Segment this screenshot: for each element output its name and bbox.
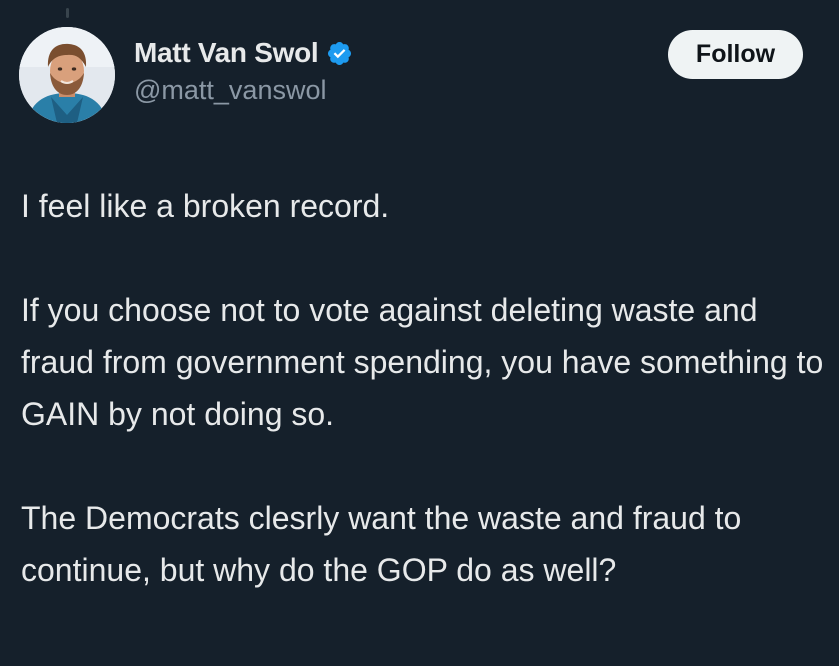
avatar[interactable] bbox=[19, 27, 115, 123]
verified-badge-icon[interactable] bbox=[326, 40, 353, 67]
author-display-name[interactable]: Matt Van Swol bbox=[134, 37, 319, 69]
avatar-photo bbox=[19, 27, 115, 123]
author-handle[interactable]: @matt_vanswol bbox=[134, 75, 353, 106]
tweet-paragraph: I feel like a broken record. bbox=[21, 188, 390, 224]
tweet-paragraph: The Democrats clesrly want the waste and… bbox=[21, 500, 742, 588]
tweet-paragraph: If you choose not to vote against deleti… bbox=[21, 292, 824, 432]
author-name-row: Matt Van Swol bbox=[134, 37, 353, 69]
follow-button[interactable]: Follow bbox=[668, 30, 803, 79]
tweet-text: I feel like a broken record. If you choo… bbox=[21, 180, 833, 596]
author-info: Matt Van Swol @matt_vanswol bbox=[134, 37, 353, 106]
tweet-header: Matt Van Swol @matt_vanswol Follow bbox=[19, 27, 803, 127]
thread-connector-line bbox=[66, 8, 69, 18]
